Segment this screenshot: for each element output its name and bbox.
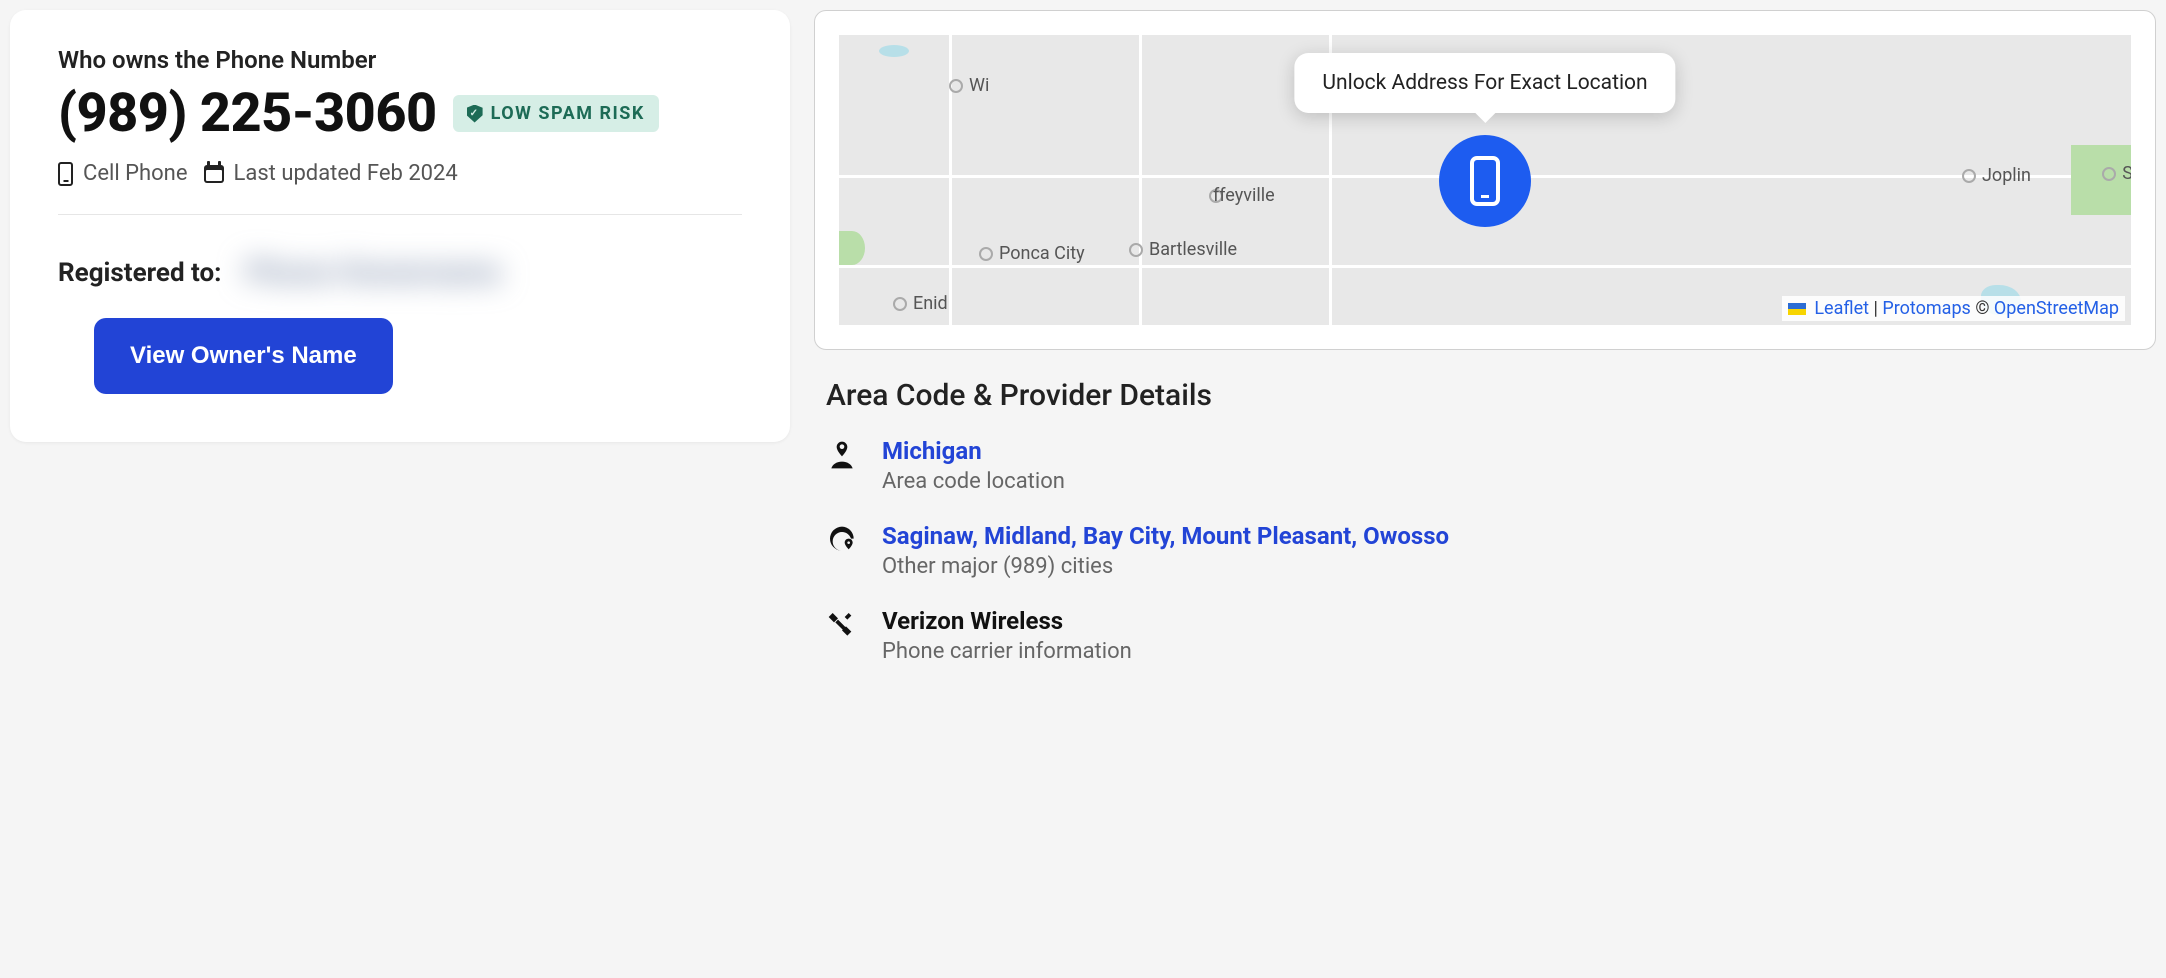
cities-link[interactable]: Saginaw, Midland, Bay City, Mount Pleasa… bbox=[882, 522, 1449, 550]
phone-meta-row: Cell Phone Last updated Feb 2024 bbox=[58, 161, 742, 215]
map-road bbox=[1139, 35, 1142, 325]
map-city-label: Sp bbox=[2102, 163, 2131, 184]
attrib-copyright: © bbox=[1975, 298, 1994, 319]
map-lake bbox=[879, 45, 909, 57]
map-city-label: Enid bbox=[893, 293, 948, 314]
detail-body: Saginaw, Midland, Bay City, Mount Pleasa… bbox=[882, 522, 1449, 579]
phone-owner-card: Who owns the Phone Number (989) 225-3060… bbox=[10, 10, 790, 442]
phone-type: Cell Phone bbox=[58, 161, 188, 186]
last-updated: Last updated Feb 2024 bbox=[204, 161, 458, 186]
spam-risk-badge: LOW SPAM RISK bbox=[453, 95, 659, 132]
map-city-label: Ponca City bbox=[979, 243, 1085, 264]
phone-number: (989) 225-3060 bbox=[58, 82, 437, 145]
osm-link[interactable]: OpenStreetMap bbox=[1994, 298, 2119, 319]
attrib-separator: | bbox=[1873, 298, 1882, 319]
map-city-label: Wi bbox=[949, 75, 989, 96]
detail-body: Verizon Wireless Phone carrier informati… bbox=[882, 607, 1132, 664]
spam-badge-label: LOW SPAM RISK bbox=[491, 103, 645, 124]
ukraine-flag-icon bbox=[1788, 303, 1806, 315]
detail-location: Michigan Area code location bbox=[826, 437, 2144, 494]
detail-body: Michigan Area code location bbox=[882, 437, 1065, 494]
map-park bbox=[839, 231, 865, 265]
right-column: Wi ffeyville Joplin Sp Ponca City Bartle… bbox=[814, 10, 2156, 692]
last-updated-label: Last updated Feb 2024 bbox=[234, 161, 458, 186]
registered-row: Registered to: Phone Ownername bbox=[58, 255, 742, 290]
map-tooltip[interactable]: Unlock Address For Exact Location bbox=[1294, 53, 1675, 113]
carrier-title: Verizon Wireless bbox=[882, 607, 1132, 635]
view-owner-name-button[interactable]: View Owner's Name bbox=[94, 318, 393, 394]
phone-row: (989) 225-3060 LOW SPAM RISK bbox=[58, 82, 742, 145]
cellphone-icon bbox=[58, 162, 73, 186]
detail-cities: Saginaw, Midland, Bay City, Mount Pleasa… bbox=[826, 522, 2144, 579]
globe-pin-icon bbox=[826, 524, 858, 556]
shield-check-icon bbox=[467, 105, 483, 123]
protomaps-link[interactable]: Protomaps bbox=[1882, 298, 1971, 319]
phone-type-label: Cell Phone bbox=[83, 161, 188, 186]
registered-to-label: Registered to: bbox=[58, 258, 222, 288]
cellphone-icon bbox=[1470, 156, 1500, 206]
card-subtitle: Who owns the Phone Number bbox=[58, 46, 742, 74]
location-link[interactable]: Michigan bbox=[882, 437, 982, 465]
leaflet-link[interactable]: Leaflet bbox=[1814, 298, 1869, 319]
detail-carrier: Verizon Wireless Phone carrier informati… bbox=[826, 607, 2144, 664]
map-attribution: Leaflet | Protomaps © OpenStreetMap bbox=[1782, 296, 2125, 321]
location-map[interactable]: Wi ffeyville Joplin Sp Ponca City Bartle… bbox=[839, 35, 2131, 325]
map-marker[interactable] bbox=[1439, 135, 1531, 227]
map-city-label: Joplin bbox=[1962, 165, 2031, 186]
location-sub: Area code location bbox=[882, 469, 1065, 494]
map-city-label: Bartlesville bbox=[1129, 239, 1237, 260]
map-road bbox=[839, 265, 2131, 268]
blurred-owner-name: Phone Ownername bbox=[246, 255, 501, 290]
carrier-sub: Phone carrier information bbox=[882, 639, 1132, 664]
calendar-icon bbox=[204, 165, 224, 183]
location-pin-icon bbox=[826, 439, 858, 471]
map-card: Wi ffeyville Joplin Sp Ponca City Bartle… bbox=[814, 10, 2156, 350]
cities-sub: Other major (989) cities bbox=[882, 554, 1449, 579]
satellite-icon bbox=[826, 609, 858, 641]
details-heading: Area Code & Provider Details bbox=[826, 378, 2144, 413]
map-city-label: ffeyville bbox=[1209, 185, 1275, 206]
area-code-details: Area Code & Provider Details Michigan Ar… bbox=[814, 378, 2156, 692]
